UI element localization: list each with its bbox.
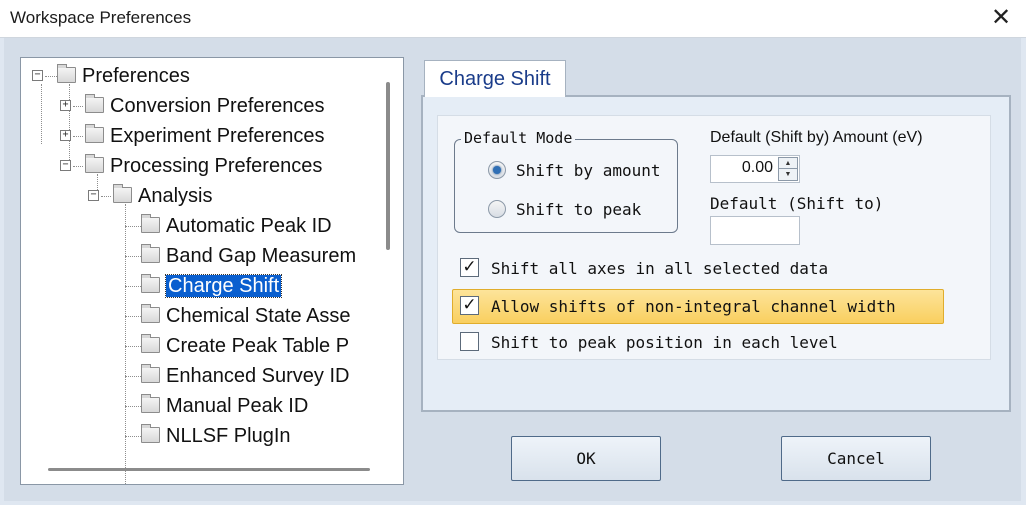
folder-icon bbox=[57, 63, 76, 83]
title-bar: Workspace Preferences ✕ bbox=[0, 0, 1026, 38]
checkbox-label: Allow shifts of non-integral channel wid… bbox=[491, 297, 896, 316]
tree-item-label: Manual Peak ID bbox=[166, 395, 309, 417]
tree-line bbox=[125, 436, 141, 437]
radio-shift-to-peak[interactable]: Shift to peak bbox=[488, 199, 642, 220]
shift-to-input[interactable] bbox=[710, 216, 800, 245]
tree-line bbox=[73, 166, 83, 167]
tree-item-nllsf-plugin[interactable]: NLLSF PlugIn bbox=[141, 421, 291, 451]
tree-item-chemical-state[interactable]: Chemical State Asse bbox=[141, 301, 351, 331]
tree-line bbox=[125, 316, 141, 317]
expand-toggle-experiment[interactable]: + bbox=[60, 130, 71, 141]
folder-icon bbox=[85, 153, 104, 173]
default-mode-title: Default Mode bbox=[461, 129, 576, 147]
tree-item-label: NLLSF PlugIn bbox=[166, 425, 291, 447]
tree-item-label: Preferences bbox=[82, 65, 190, 87]
tree-item-charge-shift[interactable]: Charge Shift bbox=[141, 271, 283, 301]
tree-line bbox=[125, 256, 141, 257]
tree-item-label: Enhanced Survey ID bbox=[166, 365, 350, 387]
tree-line bbox=[125, 226, 141, 227]
preferences-tree[interactable]: − + + − − Preferences Conversion Prefere… bbox=[20, 57, 404, 485]
tree-line bbox=[101, 196, 111, 197]
tree-item-label: Create Peak Table P bbox=[166, 335, 350, 357]
tree-item-manual-peak-id[interactable]: Manual Peak ID bbox=[141, 391, 308, 421]
check-allow-non-integral[interactable]: ✓ Allow shifts of non-integral channel wi… bbox=[460, 296, 896, 317]
check-shift-peak-position[interactable]: Shift to peak position in each level bbox=[460, 332, 838, 353]
ok-button[interactable]: OK bbox=[511, 436, 661, 481]
tab-charge-shift[interactable]: Charge Shift bbox=[424, 60, 566, 97]
folder-icon bbox=[141, 243, 160, 263]
tree-item-label: Processing Preferences bbox=[110, 155, 323, 177]
checkbox-checked-icon[interactable]: ✓ bbox=[460, 258, 479, 277]
tree-line bbox=[45, 76, 57, 77]
shift-to-label: Default (Shift to) bbox=[710, 194, 884, 213]
tree-item-automatic-peak-id[interactable]: Automatic Peak ID bbox=[141, 211, 332, 241]
tree-item-conversion-preferences[interactable]: Conversion Preferences bbox=[85, 91, 325, 121]
folder-icon bbox=[141, 213, 160, 233]
folder-icon bbox=[141, 333, 160, 353]
checkbox-unchecked-icon[interactable] bbox=[460, 332, 479, 351]
folder-icon bbox=[85, 123, 104, 143]
tree-horizontal-scrollbar[interactable] bbox=[48, 468, 370, 471]
tree-item-label: Experiment Preferences bbox=[110, 125, 325, 147]
folder-icon bbox=[141, 393, 160, 413]
window-title: Workspace Preferences bbox=[10, 8, 192, 27]
radio-label: Shift to peak bbox=[516, 200, 642, 219]
tree-item-label: Band Gap Measurem bbox=[166, 245, 357, 267]
tree-item-label: Analysis bbox=[138, 185, 213, 207]
collapse-toggle-preferences[interactable]: − bbox=[32, 70, 43, 81]
collapse-toggle-processing[interactable]: − bbox=[60, 160, 71, 171]
spin-down-icon[interactable]: ▼ bbox=[778, 168, 798, 181]
radio-shift-by-amount[interactable]: Shift by amount bbox=[488, 160, 661, 181]
close-icon[interactable]: ✕ bbox=[986, 4, 1016, 32]
collapse-toggle-analysis[interactable]: − bbox=[88, 190, 99, 201]
tree-item-label: Chemical State Asse bbox=[166, 305, 351, 327]
folder-icon bbox=[141, 303, 160, 323]
radio-label: Shift by amount bbox=[516, 161, 661, 180]
folder-icon bbox=[113, 183, 132, 203]
folder-icon bbox=[141, 363, 160, 383]
tree-item-analysis[interactable]: Analysis bbox=[113, 181, 212, 211]
tree-item-label-selected: Charge Shift bbox=[164, 274, 283, 298]
tree-item-preferences[interactable]: Preferences bbox=[57, 61, 190, 91]
folder-icon bbox=[85, 93, 104, 113]
tree-vertical-scrollbar[interactable] bbox=[386, 82, 390, 250]
tree-item-experiment-preferences[interactable]: Experiment Preferences bbox=[85, 121, 325, 151]
tree-item-enhanced-survey-id[interactable]: Enhanced Survey ID bbox=[141, 361, 349, 391]
check-shift-all-axes[interactable]: ✓ Shift all axes in all selected data bbox=[460, 258, 829, 279]
tree-item-create-peak-table[interactable]: Create Peak Table P bbox=[141, 331, 349, 361]
tree-item-processing-preferences[interactable]: Processing Preferences bbox=[85, 151, 322, 181]
folder-icon bbox=[141, 423, 160, 443]
checkbox-checked-icon[interactable]: ✓ bbox=[460, 296, 479, 315]
radio-unselected-icon bbox=[488, 199, 506, 218]
amount-label: Default (Shift by) Amount (eV) bbox=[710, 129, 923, 146]
tree-line bbox=[125, 286, 141, 287]
radio-selected-icon bbox=[488, 160, 506, 179]
tree-line bbox=[125, 376, 141, 377]
tree-line bbox=[41, 84, 42, 144]
folder-icon bbox=[141, 273, 160, 293]
amount-value[interactable]: 0.00 bbox=[742, 159, 773, 177]
tree-line bbox=[69, 84, 70, 168]
expand-toggle-conversion[interactable]: + bbox=[60, 100, 71, 111]
tree-item-band-gap[interactable]: Band Gap Measurem bbox=[141, 241, 356, 271]
tree-line bbox=[125, 346, 141, 347]
checkbox-label: Shift all axes in all selected data bbox=[491, 259, 829, 278]
amount-spinner[interactable]: 0.00 ▲ ▼ bbox=[710, 155, 800, 183]
tree-line bbox=[125, 204, 126, 484]
tree-line bbox=[73, 106, 83, 107]
tree-line bbox=[73, 136, 83, 137]
tree-item-label: Automatic Peak ID bbox=[166, 215, 332, 237]
tree-line bbox=[125, 406, 141, 407]
checkbox-label: Shift to peak position in each level bbox=[491, 333, 838, 352]
cancel-button[interactable]: Cancel bbox=[781, 436, 931, 481]
tree-item-label: Conversion Preferences bbox=[110, 95, 325, 117]
